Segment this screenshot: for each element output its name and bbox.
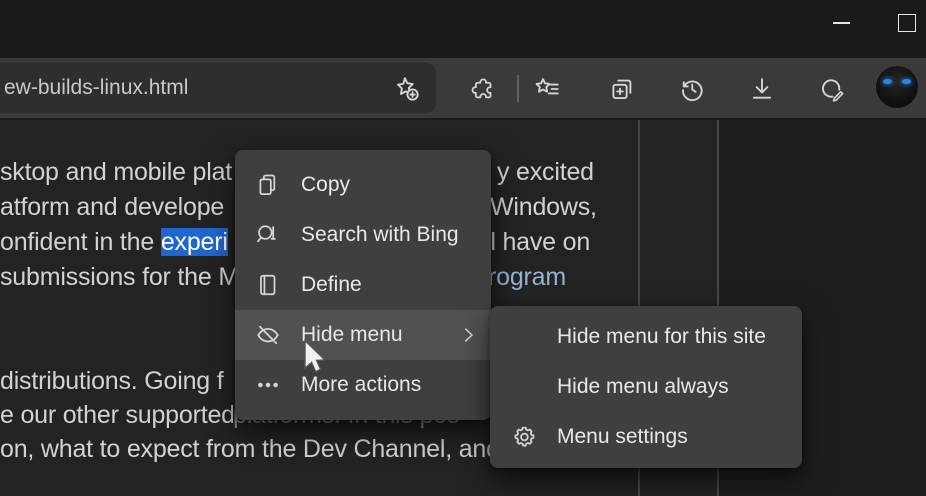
web-capture-icon [818, 75, 846, 103]
minimize-button[interactable] [824, 6, 858, 40]
history-button[interactable] [676, 73, 708, 105]
collections-button[interactable] [606, 73, 638, 105]
browser-toolbar: ew-builds-linux.html [0, 58, 926, 120]
submenu-item-hide-always[interactable]: Hide menu always [490, 362, 802, 412]
menu-item-more-actions[interactable]: More actions [235, 360, 491, 410]
address-bar[interactable]: ew-builds-linux.html [0, 63, 436, 113]
menu-item-label: Define [301, 273, 362, 297]
submenu-item-label: Menu settings [557, 425, 688, 449]
submenu-item-hide-for-site[interactable]: Hide menu for this site [490, 312, 802, 362]
body-text-line: y excited [497, 158, 594, 187]
minimize-icon [833, 22, 850, 24]
body-text-line: submissions for the M [0, 263, 237, 292]
body-text-link[interactable]: rogram [488, 263, 566, 292]
browser-window: ew-builds-linux.html [0, 0, 926, 496]
menu-item-label: Copy [301, 173, 350, 197]
download-arrow-icon [748, 75, 776, 103]
chevron-right-icon [457, 324, 479, 346]
body-text-line: atform and develope [0, 193, 237, 222]
collections-icon [608, 75, 636, 103]
context-menu: Copy Search with Bing Define [235, 150, 491, 420]
body-text: onfident in the [0, 228, 161, 256]
selected-text: experi [161, 228, 228, 256]
history-clock-icon [678, 75, 706, 103]
body-text-line: Windows, [490, 193, 597, 222]
mouse-cursor [303, 339, 327, 378]
profile-avatar[interactable] [876, 66, 918, 108]
favorites-star-icon [533, 75, 561, 103]
submenu-item-label: Hide menu always [557, 375, 729, 399]
title-bar [0, 0, 926, 58]
hide-menu-submenu: Hide menu for this site Hide menu always… [490, 306, 802, 468]
submenu-item-label: Hide menu for this site [557, 325, 766, 349]
downloads-button[interactable] [746, 73, 778, 105]
url-text[interactable]: ew-builds-linux.html [4, 63, 188, 113]
body-text-line: onfident in the experi [0, 228, 237, 257]
eye-off-icon [235, 322, 301, 348]
define-icon [235, 272, 301, 298]
body-text-line: sktop and mobile plat [0, 158, 237, 187]
search-icon [235, 222, 301, 248]
menu-item-define[interactable]: Define [235, 260, 491, 310]
body-text-line: ll have on [485, 228, 590, 257]
maximize-button[interactable] [890, 6, 924, 40]
extensions-puzzle-icon [468, 76, 495, 103]
maximize-icon [898, 14, 916, 32]
body-text-line: on, what to expect from the Dev Channel,… [0, 435, 520, 464]
avatar-eye-right [902, 79, 911, 84]
body-text-line: distributions. Going f [0, 367, 237, 396]
submenu-item-menu-settings[interactable]: Menu settings [490, 412, 802, 462]
menu-item-hide-menu[interactable]: Hide menu [235, 310, 491, 360]
body-text-line: e our other supported [0, 401, 233, 430]
gear-icon [490, 424, 557, 450]
web-capture-button[interactable] [816, 73, 848, 105]
extensions-button[interactable] [465, 73, 497, 105]
bookmark-add-icon[interactable] [392, 74, 420, 107]
menu-item-copy[interactable]: Copy [235, 160, 491, 210]
avatar-eye-left [883, 79, 892, 84]
toolbar-divider [517, 75, 519, 102]
menu-item-search-with-bing[interactable]: Search with Bing [235, 210, 491, 260]
favorites-button[interactable] [531, 73, 563, 105]
menu-item-label: Search with Bing [301, 223, 459, 247]
more-ellipsis-icon [235, 372, 301, 398]
copy-icon [235, 172, 301, 198]
